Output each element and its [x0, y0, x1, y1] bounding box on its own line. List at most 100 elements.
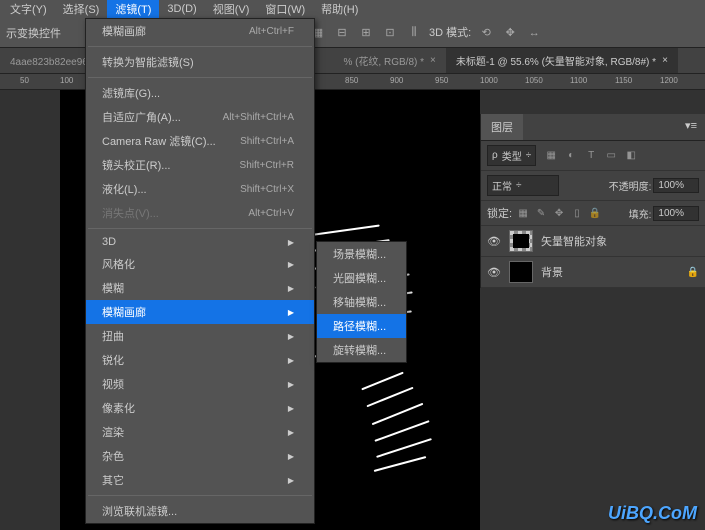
menu-label: 光圈模糊... — [333, 270, 386, 286]
close-icon[interactable]: × — [430, 55, 436, 66]
layer-thumbnail[interactable] — [509, 230, 533, 252]
menu-filter-gallery[interactable]: 滤镜库(G)... — [86, 81, 314, 105]
close-icon[interactable]: × — [662, 55, 668, 66]
arrow-right-icon: ▶ — [288, 452, 294, 461]
menu-distort-sub[interactable]: 扭曲▶ — [86, 324, 314, 348]
shape-filter-icon[interactable]: ▭ — [604, 149, 618, 163]
submenu-iris-blur[interactable]: 光圈模糊... — [317, 266, 406, 290]
filter-menu-dropdown: 模糊画廊 Alt+Ctrl+F 转换为智能滤镜(S) 滤镜库(G)... 自适应广… — [85, 18, 315, 524]
shortcut: Alt+Ctrl+F — [249, 26, 294, 37]
visibility-eye-icon[interactable]: 👁 — [487, 235, 501, 248]
menu-label: 移轴模糊... — [333, 294, 386, 310]
menu-stylize-sub[interactable]: 风格化▶ — [86, 252, 314, 276]
move-icon[interactable]: ↔ — [525, 24, 543, 42]
orbit-icon[interactable]: ⟲ — [477, 24, 495, 42]
fill-label: 填充: — [629, 206, 652, 221]
lock-label: 锁定: — [487, 205, 512, 221]
menu-label: 渲染 — [102, 424, 124, 440]
menu-select[interactable]: 选择(S) — [55, 0, 108, 19]
opacity-value[interactable]: 100% — [653, 178, 699, 193]
arrow-right-icon: ▶ — [288, 380, 294, 389]
layer-row[interactable]: 👁 背景 🔒 — [481, 257, 705, 288]
menu-pixelate-sub[interactable]: 像素化▶ — [86, 396, 314, 420]
arrow-right-icon: ▶ — [288, 476, 294, 485]
arrow-right-icon: ▶ — [288, 238, 294, 247]
menu-text[interactable]: 文字(Y) — [2, 0, 55, 19]
menu-video-sub[interactable]: 视频 ▶ — [86, 372, 314, 396]
submenu-tilt-shift[interactable]: 移轴模糊... — [317, 290, 406, 314]
submenu-path-blur[interactable]: 路径模糊... — [317, 314, 406, 338]
watermark: UiBQ.CoM — [608, 503, 697, 524]
menu-render-sub[interactable]: 渲染▶ — [86, 420, 314, 444]
align-icon[interactable]: ⊡ — [381, 24, 399, 42]
menu-noise-sub[interactable]: 杂色▶ — [86, 444, 314, 468]
menu-separator — [88, 77, 312, 78]
align-icon[interactable]: ⊟ — [333, 24, 351, 42]
menu-view[interactable]: 视图(V) — [205, 0, 258, 19]
menu-window[interactable]: 窗口(W) — [257, 0, 313, 19]
submenu-field-blur[interactable]: 场景模糊... — [317, 242, 406, 266]
lock-position-icon[interactable]: ✥ — [552, 206, 566, 220]
tab-label: 4aae823b82ee965 — [10, 57, 93, 68]
lock-artboard-icon[interactable]: ▯ — [570, 206, 584, 220]
menu-adaptive-wide[interactable]: 自适应广角(A)...Alt+Shift+Ctrl+A — [86, 105, 314, 129]
menu-label: 模糊画廊 — [102, 304, 146, 320]
menu-3d-sub[interactable]: 3D▶ — [86, 232, 314, 252]
menu-filter[interactable]: 滤镜(T) — [107, 0, 159, 19]
lock-icon[interactable]: 🔒 — [687, 267, 699, 278]
menu-camera-raw[interactable]: Camera Raw 滤镜(C)...Shift+Ctrl+A — [86, 129, 314, 153]
menu-last-filter[interactable]: 模糊画廊 Alt+Ctrl+F — [86, 19, 314, 43]
align-icon[interactable]: ⊞ — [357, 24, 375, 42]
lock-transparent-icon[interactable]: ▦ — [516, 206, 530, 220]
menu-help[interactable]: 帮助(H) — [313, 0, 366, 19]
menu-convert-smart[interactable]: 转换为智能滤镜(S) — [86, 50, 314, 74]
document-tab-active[interactable]: 未标题-1 @ 55.6% (矢量智能对象, RGB/8#) * × — [446, 48, 678, 73]
menu-3d[interactable]: 3D(D) — [159, 1, 204, 17]
menu-label: 自适应广角(A)... — [102, 109, 181, 125]
menu-label: 模糊画廊 — [102, 23, 146, 39]
distribute-icon[interactable]: ⫼ — [405, 24, 423, 42]
menu-label: 转换为智能滤镜(S) — [102, 54, 194, 70]
ruler-tick: 1000 — [480, 76, 498, 85]
menu-label: 液化(L)... — [102, 181, 147, 197]
ruler-tick: 1050 — [525, 76, 543, 85]
arrow-right-icon: ▶ — [288, 404, 294, 413]
menu-label: 扭曲 — [102, 328, 124, 344]
menu-blur-sub[interactable]: 模糊 ▶ — [86, 276, 314, 300]
menu-other-sub[interactable]: 其它▶ — [86, 468, 314, 492]
filter-kind-select[interactable]: ρ 类型 ÷ — [487, 145, 536, 166]
menu-sharpen-sub[interactable]: 锐化▶ — [86, 348, 314, 372]
pixel-filter-icon[interactable]: ▦ — [544, 149, 558, 163]
submenu-spin-blur[interactable]: 旋转模糊... — [317, 338, 406, 362]
shortcut: Shift+Ctrl+R — [240, 160, 294, 171]
layer-thumbnail[interactable] — [509, 261, 533, 283]
fill-value[interactable]: 100% — [653, 206, 699, 221]
smart-filter-icon[interactable]: ◧ — [624, 149, 638, 163]
menu-lens-correction[interactable]: 镜头校正(R)...Shift+Ctrl+R — [86, 153, 314, 177]
menu-browse-online[interactable]: 浏览联机滤镜... — [86, 499, 314, 523]
pan-icon[interactable]: ✥ — [501, 24, 519, 42]
type-filter-icon[interactable]: T — [584, 149, 598, 163]
arrow-right-icon: ▶ — [288, 356, 294, 365]
shortcut: Alt+Ctrl+V — [248, 208, 294, 219]
menu-label: 视频 — [102, 376, 124, 392]
menu-liquify[interactable]: 液化(L)...Shift+Ctrl+X — [86, 177, 314, 201]
layer-row[interactable]: 👁 矢量智能对象 — [481, 226, 705, 257]
mode3d-label: 3D 模式: — [429, 24, 471, 42]
menu-blur-gallery-sub[interactable]: 模糊画廊▶ — [86, 300, 314, 324]
ruler-tick: 1200 — [660, 76, 678, 85]
blend-mode-select[interactable]: 正常 ÷ — [487, 175, 559, 196]
layer-name[interactable]: 矢量智能对象 — [541, 233, 607, 249]
document-tab[interactable]: % (花纹, RGB/8) *× — [333, 48, 445, 73]
lock-all-icon[interactable]: 🔒 — [588, 206, 602, 220]
arrow-right-icon: ▶ — [288, 284, 294, 293]
visibility-eye-icon[interactable]: 👁 — [487, 266, 501, 279]
ruler-tick: 1100 — [570, 76, 587, 85]
panel-tab-layers[interactable]: 图层 — [481, 114, 523, 140]
lock-brush-icon[interactable]: ✎ — [534, 206, 548, 220]
adjustment-filter-icon[interactable]: ◐ — [564, 149, 578, 163]
panel-menu-icon[interactable]: ▾≡ — [677, 114, 705, 140]
tab-label: 未标题-1 @ 55.6% (矢量智能对象, RGB/8#) * — [456, 53, 656, 68]
menu-label: 模糊 — [102, 280, 124, 296]
layer-name[interactable]: 背景 — [541, 264, 563, 280]
